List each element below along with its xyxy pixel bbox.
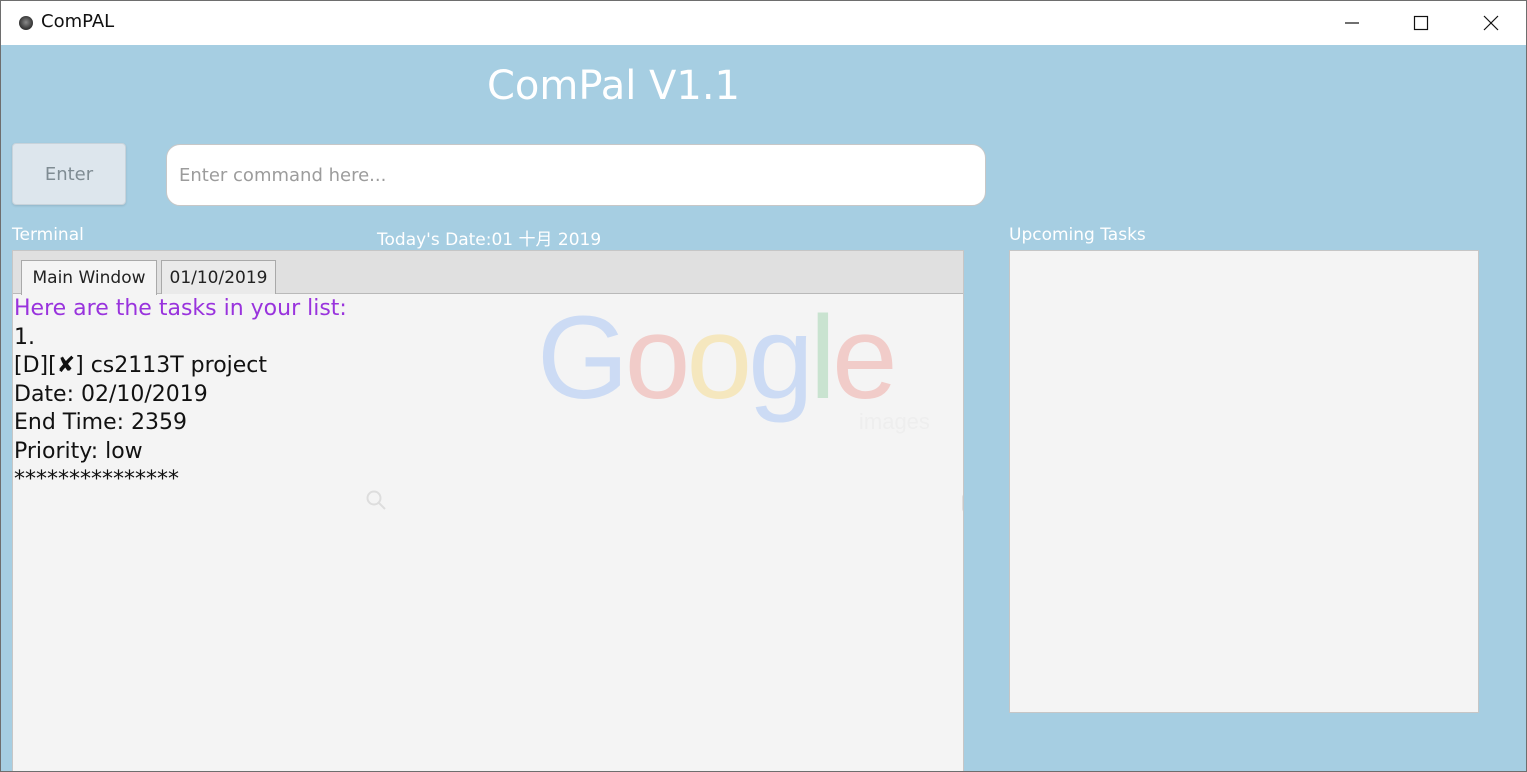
output-line: End Time: 2359	[14, 410, 188, 435]
output-line: Date: 02/10/2019	[14, 381, 208, 407]
camera-icon	[962, 494, 963, 512]
watermark-letter: g	[748, 292, 814, 424]
upcoming-tasks-panel[interactable]	[1009, 250, 1479, 713]
search-icon	[366, 490, 386, 510]
window-title: ComPAL	[41, 11, 115, 32]
command-input[interactable]	[166, 144, 986, 206]
maximize-icon	[1413, 15, 1429, 31]
output-headline: Here are the tasks in your list:	[14, 296, 347, 321]
watermark-word: Google	[537, 299, 898, 417]
terminal-label: Terminal	[12, 225, 84, 245]
close-icon	[1483, 15, 1499, 31]
output-line: 1.	[14, 324, 35, 350]
terminal-panel[interactable]: Main Window 01/10/2019 Google images Her…	[12, 250, 964, 771]
tab-date[interactable]: 01/10/2019	[161, 260, 276, 294]
close-button[interactable]	[1456, 1, 1526, 45]
app-title: ComPal V1.1	[487, 63, 741, 109]
title-bar[interactable]: ComPAL	[1, 1, 1526, 45]
output-line: [D][✘] cs2113T project	[14, 353, 268, 378]
todays-date-label: Today's Date:01 十月 2019	[377, 230, 602, 250]
terminal-output: Here are the tasks in your list: 1. [D][✘]…	[14, 295, 347, 495]
enter-button[interactable]: Enter	[12, 143, 126, 205]
tab-strip: Main Window 01/10/2019	[13, 251, 963, 295]
compal-app-icon	[19, 16, 33, 30]
watermark-letter: o	[624, 292, 691, 424]
output-line: ***************	[14, 467, 179, 492]
tab-main-window[interactable]: Main Window	[21, 260, 157, 295]
minimize-button[interactable]	[1317, 1, 1387, 45]
minimize-icon	[1345, 22, 1359, 24]
watermark-letter: o	[686, 292, 752, 424]
output-line: Priority: low	[14, 438, 143, 464]
google-images-watermark: Google images	[537, 299, 930, 434]
maximize-button[interactable]	[1386, 1, 1456, 45]
app-window: ComPAL ComPal V1.1 Enter Terminal Today'…	[0, 0, 1527, 772]
upcoming-tasks-label: Upcoming Tasks	[1009, 225, 1146, 245]
watermark-sub: images	[859, 409, 930, 434]
watermark-letter: l	[809, 292, 836, 424]
watermark-letter: G	[537, 292, 629, 424]
watermark-letter: e	[831, 292, 898, 424]
